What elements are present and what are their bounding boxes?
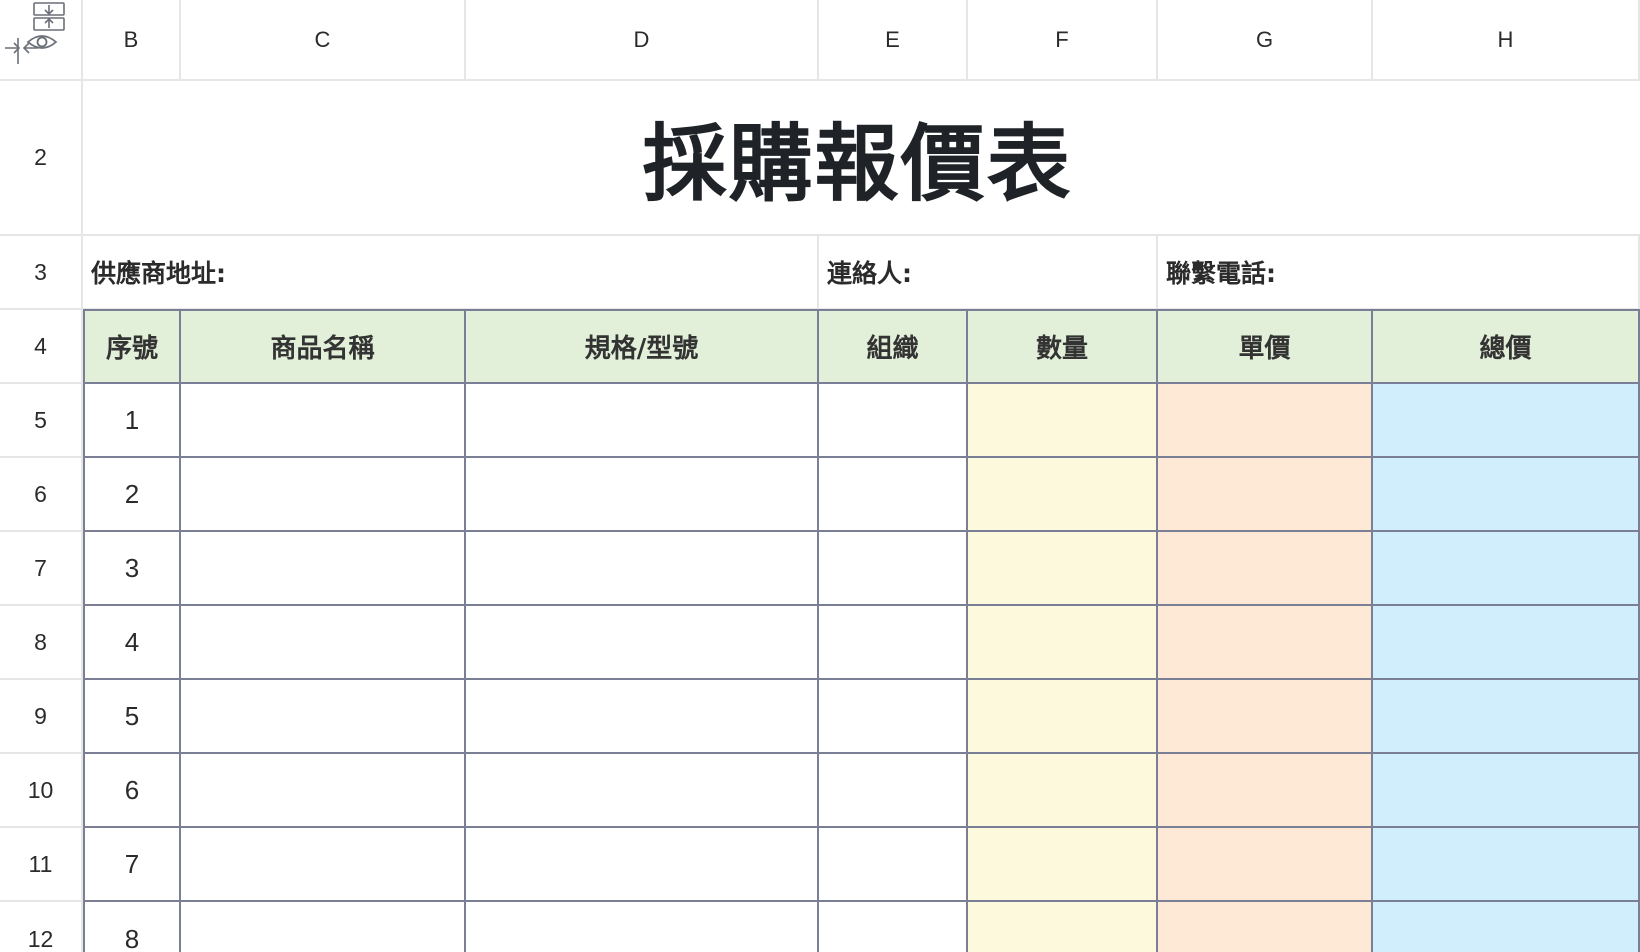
column-header-c[interactable]: C [181, 0, 466, 81]
cell-product-name[interactable] [181, 754, 466, 828]
row-header-5[interactable]: 5 [0, 384, 83, 458]
cell-total-price[interactable] [1373, 606, 1640, 680]
column-header-g[interactable]: G [1158, 0, 1373, 81]
cell-product-name[interactable] [181, 680, 466, 754]
cell-spec-model[interactable] [466, 680, 819, 754]
freeze-panes-icon[interactable] [4, 2, 74, 72]
header-sequence[interactable]: 序號 [83, 309, 181, 384]
row-header-7[interactable]: 7 [0, 532, 83, 606]
cell-organization[interactable] [819, 828, 968, 902]
cell-total-price[interactable] [1373, 532, 1640, 606]
cell-product-name[interactable] [181, 458, 466, 532]
cell-product-name[interactable] [181, 532, 466, 606]
cell-organization[interactable] [819, 754, 968, 828]
cell-sequence[interactable]: 4 [83, 606, 181, 680]
sheet-title-text: 採購報價表 [642, 115, 1073, 213]
phone-label[interactable]: 聯繫電話: [1158, 236, 1640, 310]
cell-total-price[interactable] [1373, 902, 1640, 952]
cell-total-price[interactable] [1373, 458, 1640, 532]
cell-product-name[interactable] [181, 606, 466, 680]
cell-organization[interactable] [819, 458, 968, 532]
cell-quantity[interactable] [968, 754, 1158, 828]
cell-spec-model[interactable] [466, 754, 819, 828]
header-product-name[interactable]: 商品名稱 [181, 309, 466, 384]
cell-product-name[interactable] [181, 902, 466, 952]
cell-total-price[interactable] [1373, 754, 1640, 828]
cell-quantity[interactable] [968, 606, 1158, 680]
cell-quantity[interactable] [968, 680, 1158, 754]
cell-spec-model[interactable] [466, 606, 819, 680]
row-header-3[interactable]: 3 [0, 236, 83, 310]
cell-total-price[interactable] [1373, 828, 1640, 902]
eye-icon [26, 35, 58, 49]
cell-spec-model[interactable] [466, 532, 819, 606]
header-unit-price[interactable]: 單價 [1158, 309, 1373, 384]
column-header-e[interactable]: E [819, 0, 968, 81]
cell-unit-price[interactable] [1158, 828, 1373, 902]
supplier-address-label[interactable]: 供應商地址: [83, 236, 819, 310]
row-header-11[interactable]: 11 [0, 828, 83, 902]
row-header-2[interactable]: 2 [0, 81, 83, 236]
header-quantity[interactable]: 數量 [968, 309, 1158, 384]
cell-total-price[interactable] [1373, 384, 1640, 458]
cell-quantity[interactable] [968, 384, 1158, 458]
cell-organization[interactable] [819, 902, 968, 952]
cell-quantity[interactable] [968, 458, 1158, 532]
cell-quantity[interactable] [968, 902, 1158, 952]
contact-label[interactable]: 連絡人: [819, 236, 1158, 310]
cell-spec-model[interactable] [466, 828, 819, 902]
cell-unit-price[interactable] [1158, 384, 1373, 458]
select-all-corner[interactable] [0, 0, 83, 81]
cell-quantity[interactable] [968, 828, 1158, 902]
cell-total-price[interactable] [1373, 680, 1640, 754]
cell-sequence[interactable]: 5 [83, 680, 181, 754]
column-header-b[interactable]: B [83, 0, 181, 81]
column-header-h[interactable]: H [1373, 0, 1640, 81]
header-total-price[interactable]: 總價 [1373, 309, 1640, 384]
cell-unit-price[interactable] [1158, 458, 1373, 532]
cell-spec-model[interactable] [466, 384, 819, 458]
cell-organization[interactable] [819, 532, 968, 606]
spreadsheet-grid: B C D E F G H 2 3 4 5 6 7 8 9 10 11 12 採… [0, 0, 1640, 952]
cell-unit-price[interactable] [1158, 680, 1373, 754]
row-header-6[interactable]: 6 [0, 458, 83, 532]
column-header-f[interactable]: F [968, 0, 1158, 81]
cell-spec-model[interactable] [466, 902, 819, 952]
header-organization[interactable]: 組織 [819, 309, 968, 384]
cell-sequence[interactable]: 1 [83, 384, 181, 458]
cell-unit-price[interactable] [1158, 754, 1373, 828]
cell-sequence[interactable]: 7 [83, 828, 181, 902]
sheet-title[interactable]: 採購報價表 [83, 81, 1640, 236]
row-header-10[interactable]: 10 [0, 754, 83, 828]
cell-product-name[interactable] [181, 828, 466, 902]
cell-organization[interactable] [819, 680, 968, 754]
cell-organization[interactable] [819, 384, 968, 458]
cell-sequence[interactable]: 8 [83, 902, 181, 952]
row-header-12[interactable]: 12 [0, 902, 83, 952]
cell-unit-price[interactable] [1158, 532, 1373, 606]
row-header-8[interactable]: 8 [0, 606, 83, 680]
cell-sequence[interactable]: 3 [83, 532, 181, 606]
row-header-4[interactable]: 4 [0, 310, 83, 384]
cell-unit-price[interactable] [1158, 606, 1373, 680]
cell-quantity[interactable] [968, 532, 1158, 606]
cell-unit-price[interactable] [1158, 902, 1373, 952]
cell-product-name[interactable] [181, 384, 466, 458]
column-header-d[interactable]: D [466, 0, 819, 81]
cell-sequence[interactable]: 6 [83, 754, 181, 828]
row-header-9[interactable]: 9 [0, 680, 83, 754]
header-spec-model[interactable]: 規格/型號 [466, 309, 819, 384]
cell-sequence[interactable]: 2 [83, 458, 181, 532]
cell-organization[interactable] [819, 606, 968, 680]
cell-spec-model[interactable] [466, 458, 819, 532]
